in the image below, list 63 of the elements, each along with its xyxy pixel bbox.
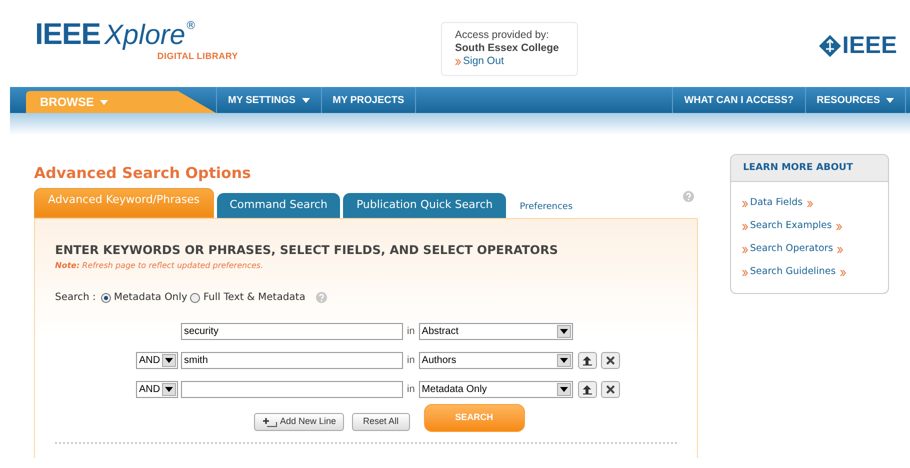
learn-more-link[interactable]: Search Operators — [750, 242, 834, 257]
search-label: Search : — [55, 291, 96, 305]
in-label: in — [407, 354, 415, 368]
double-chevron-icon — [742, 224, 748, 230]
double-chevron-icon — [742, 246, 748, 252]
caret-icon — [302, 98, 310, 102]
keyword-field[interactable]: smith — [181, 352, 403, 369]
sign-out-link[interactable]: Sign Out — [463, 55, 504, 68]
keyword-field[interactable] — [181, 381, 403, 398]
field-select[interactable]: Authors — [418, 352, 573, 369]
double-chevron-icon — [836, 224, 842, 230]
institution-name: South Essex College — [455, 42, 560, 55]
xplore-logo[interactable]: IEEEXplore® DIGITAL LIBRARY — [35, 20, 240, 64]
scope-radio[interactable]: Full Text & Metadata — [190, 290, 306, 305]
caret-icon — [165, 358, 173, 363]
registered-mark: ® — [185, 20, 196, 31]
add-row-icon — [262, 418, 277, 426]
in-label: in — [407, 383, 415, 397]
caret-icon — [560, 358, 568, 363]
panel-heading: ENTER KEYWORDS OR PHRASES, SELECT FIELDS, AND SELECT OPERATORS — [55, 243, 559, 258]
move-up-button[interactable] — [578, 381, 597, 398]
close-icon — [606, 385, 615, 394]
caret-icon — [165, 387, 173, 392]
field-select[interactable]: Abstract — [418, 323, 573, 340]
logo-text: Xplore — [104, 21, 186, 49]
double-chevron-icon — [455, 58, 461, 64]
move-up-button[interactable] — [578, 352, 597, 369]
access-label: Access provided by: — [455, 29, 550, 42]
double-chevron-icon — [840, 270, 846, 276]
preferences-link[interactable]: Preferences — [520, 200, 573, 214]
operator-select[interactable]: AND — [136, 381, 178, 398]
double-chevron-icon — [742, 200, 748, 206]
upload-arrow-icon — [582, 384, 593, 394]
page-title: Advanced Search Options — [34, 163, 252, 183]
caret-icon — [560, 329, 568, 334]
learn-more-link[interactable]: Data Fields — [750, 196, 803, 211]
add-line-button[interactable]: Add New Line — [254, 413, 344, 431]
scope-radio[interactable]: Metadata Only — [100, 290, 188, 305]
logo-text: IEEE — [35, 20, 100, 50]
learn-more-link[interactable]: Search Guidelines — [750, 265, 836, 280]
operator-select[interactable]: AND — [136, 352, 178, 369]
logo-subtitle: DIGITAL LIBRARY — [157, 50, 238, 63]
tab[interactable]: Publication Quick Search — [343, 193, 506, 218]
learn-more-link[interactable]: Search Examples — [750, 219, 832, 234]
tab[interactable]: Command Search — [216, 193, 340, 218]
remove-button[interactable] — [600, 352, 620, 369]
caret-icon — [886, 98, 894, 102]
reset-button[interactable]: Reset All — [352, 413, 410, 431]
note-text: Note: Refresh page to reflect updated preferences. — [55, 260, 264, 272]
diamond-logo-icon — [819, 35, 842, 57]
caret-icon — [100, 100, 108, 104]
keyword-field[interactable]: security — [181, 323, 403, 340]
in-label: in — [407, 325, 415, 339]
close-icon — [606, 356, 615, 365]
brand-logo[interactable]: IEEE — [842, 34, 897, 58]
upload-arrow-icon — [582, 356, 593, 366]
double-chevron-icon — [742, 270, 748, 276]
double-chevron-icon — [837, 247, 844, 254]
remove-button[interactable] — [600, 381, 620, 398]
box-title: LEARN MORE ABOUT — [743, 160, 853, 175]
caret-icon — [560, 387, 568, 392]
field-select[interactable]: Metadata Only — [418, 381, 573, 398]
double-chevron-icon — [806, 201, 813, 208]
